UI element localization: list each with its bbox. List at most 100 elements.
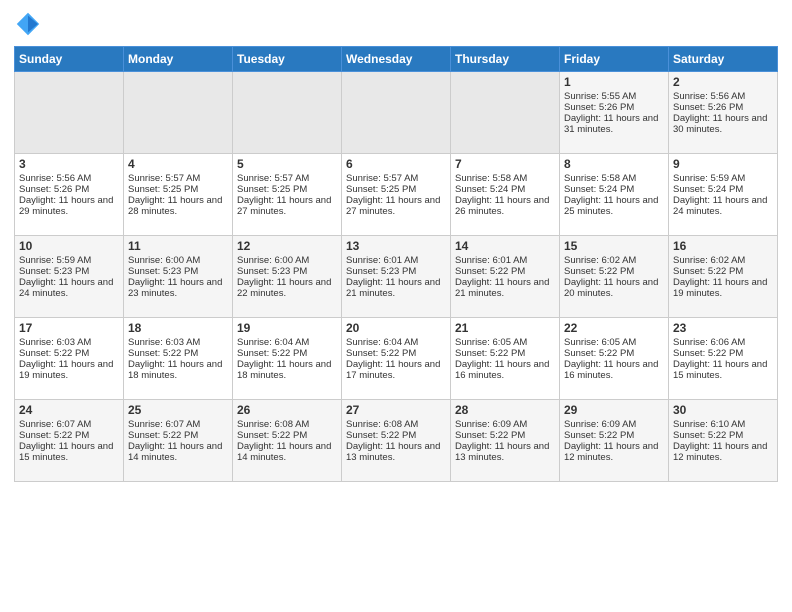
daylight-text: Daylight: 11 hours and 21 minutes. [455, 277, 549, 299]
calendar-body: 1Sunrise: 5:55 AMSunset: 5:26 PMDaylight… [15, 72, 778, 482]
sunset-text: Sunset: 5:22 PM [19, 430, 89, 441]
sunrise-text: Sunrise: 5:58 AM [455, 173, 527, 184]
daylight-text: Daylight: 11 hours and 12 minutes. [673, 441, 767, 463]
calendar-cell: 21Sunrise: 6:05 AMSunset: 5:22 PMDayligh… [451, 318, 560, 400]
week-row-4: 24Sunrise: 6:07 AMSunset: 5:22 PMDayligh… [15, 400, 778, 482]
daylight-text: Daylight: 11 hours and 28 minutes. [128, 195, 222, 217]
calendar-cell: 25Sunrise: 6:07 AMSunset: 5:22 PMDayligh… [124, 400, 233, 482]
sunset-text: Sunset: 5:23 PM [346, 266, 416, 277]
sunrise-text: Sunrise: 5:57 AM [128, 173, 200, 184]
calendar-cell [342, 72, 451, 154]
calendar-cell: 4Sunrise: 5:57 AMSunset: 5:25 PMDaylight… [124, 154, 233, 236]
day-number: 9 [673, 157, 773, 171]
sunrise-text: Sunrise: 5:56 AM [19, 173, 91, 184]
calendar-cell: 20Sunrise: 6:04 AMSunset: 5:22 PMDayligh… [342, 318, 451, 400]
sunrise-text: Sunrise: 5:57 AM [237, 173, 309, 184]
sunset-text: Sunset: 5:26 PM [673, 102, 743, 113]
sunset-text: Sunset: 5:22 PM [564, 266, 634, 277]
day-number: 11 [128, 239, 228, 253]
sunset-text: Sunset: 5:25 PM [346, 184, 416, 195]
daylight-text: Daylight: 11 hours and 21 minutes. [346, 277, 440, 299]
day-number: 25 [128, 403, 228, 417]
calendar-table: SundayMondayTuesdayWednesdayThursdayFrid… [14, 46, 778, 482]
day-number: 7 [455, 157, 555, 171]
daylight-text: Daylight: 11 hours and 31 minutes. [564, 113, 658, 135]
calendar-cell [233, 72, 342, 154]
header-cell-monday: Monday [124, 47, 233, 72]
day-number: 22 [564, 321, 664, 335]
header-cell-friday: Friday [560, 47, 669, 72]
daylight-text: Daylight: 11 hours and 26 minutes. [455, 195, 549, 217]
daylight-text: Daylight: 11 hours and 16 minutes. [564, 359, 658, 381]
sunrise-text: Sunrise: 6:00 AM [237, 255, 309, 266]
day-number: 27 [346, 403, 446, 417]
daylight-text: Daylight: 11 hours and 27 minutes. [346, 195, 440, 217]
daylight-text: Daylight: 11 hours and 12 minutes. [564, 441, 658, 463]
header-cell-tuesday: Tuesday [233, 47, 342, 72]
sunset-text: Sunset: 5:22 PM [673, 348, 743, 359]
calendar-cell: 2Sunrise: 5:56 AMSunset: 5:26 PMDaylight… [669, 72, 778, 154]
sunrise-text: Sunrise: 5:55 AM [564, 91, 636, 102]
sunrise-text: Sunrise: 6:07 AM [128, 419, 200, 430]
daylight-text: Daylight: 11 hours and 25 minutes. [564, 195, 658, 217]
sunset-text: Sunset: 5:23 PM [237, 266, 307, 277]
sunrise-text: Sunrise: 6:02 AM [564, 255, 636, 266]
calendar-cell: 22Sunrise: 6:05 AMSunset: 5:22 PMDayligh… [560, 318, 669, 400]
sunset-text: Sunset: 5:22 PM [237, 430, 307, 441]
week-row-0: 1Sunrise: 5:55 AMSunset: 5:26 PMDaylight… [15, 72, 778, 154]
sunrise-text: Sunrise: 5:59 AM [19, 255, 91, 266]
daylight-text: Daylight: 11 hours and 15 minutes. [673, 359, 767, 381]
week-row-1: 3Sunrise: 5:56 AMSunset: 5:26 PMDaylight… [15, 154, 778, 236]
sunrise-text: Sunrise: 5:58 AM [564, 173, 636, 184]
sunset-text: Sunset: 5:24 PM [455, 184, 525, 195]
logo-icon [14, 10, 42, 38]
day-number: 8 [564, 157, 664, 171]
daylight-text: Daylight: 11 hours and 14 minutes. [128, 441, 222, 463]
daylight-text: Daylight: 11 hours and 30 minutes. [673, 113, 767, 135]
day-number: 16 [673, 239, 773, 253]
daylight-text: Daylight: 11 hours and 14 minutes. [237, 441, 331, 463]
day-number: 3 [19, 157, 119, 171]
sunrise-text: Sunrise: 6:01 AM [455, 255, 527, 266]
calendar-header: SundayMondayTuesdayWednesdayThursdayFrid… [15, 47, 778, 72]
day-number: 24 [19, 403, 119, 417]
sunset-text: Sunset: 5:25 PM [237, 184, 307, 195]
daylight-text: Daylight: 11 hours and 15 minutes. [19, 441, 113, 463]
page-container: SundayMondayTuesdayWednesdayThursdayFrid… [0, 0, 792, 488]
calendar-cell: 6Sunrise: 5:57 AMSunset: 5:25 PMDaylight… [342, 154, 451, 236]
day-number: 29 [564, 403, 664, 417]
sunset-text: Sunset: 5:22 PM [455, 430, 525, 441]
header-cell-saturday: Saturday [669, 47, 778, 72]
sunset-text: Sunset: 5:22 PM [19, 348, 89, 359]
sunrise-text: Sunrise: 6:08 AM [346, 419, 418, 430]
sunrise-text: Sunrise: 6:10 AM [673, 419, 745, 430]
sunrise-text: Sunrise: 5:57 AM [346, 173, 418, 184]
sunset-text: Sunset: 5:23 PM [128, 266, 198, 277]
sunrise-text: Sunrise: 6:02 AM [673, 255, 745, 266]
calendar-cell: 30 Sunrise: 6:10 AMSunset: 5:22 PMDayligh… [669, 400, 778, 482]
sunrise-text: Sunrise: 6:01 AM [346, 255, 418, 266]
calendar-cell: 1Sunrise: 5:55 AMSunset: 5:26 PMDaylight… [560, 72, 669, 154]
sunrise-text: Sunrise: 6:06 AM [673, 337, 745, 348]
sunset-text: Sunset: 5:22 PM [346, 348, 416, 359]
day-number: 30 [673, 403, 773, 417]
daylight-text: Daylight: 11 hours and 13 minutes. [455, 441, 549, 463]
sunrise-text: Sunrise: 6:09 AM [564, 419, 636, 430]
day-number: 2 [673, 75, 773, 89]
sunset-text: Sunset: 5:22 PM [128, 348, 198, 359]
sunrise-text: Sunrise: 6:09 AM [455, 419, 527, 430]
day-number: 4 [128, 157, 228, 171]
daylight-text: Daylight: 11 hours and 22 minutes. [237, 277, 331, 299]
calendar-cell: 29 Sunrise: 6:09 AMSunset: 5:22 PMDayligh… [560, 400, 669, 482]
day-number: 20 [346, 321, 446, 335]
calendar-cell: 11Sunrise: 6:00 AMSunset: 5:23 PMDayligh… [124, 236, 233, 318]
day-number: 5 [237, 157, 337, 171]
sunset-text: Sunset: 5:22 PM [673, 430, 743, 441]
day-number: 15 [564, 239, 664, 253]
calendar-cell: 14Sunrise: 6:01 AMSunset: 5:22 PMDayligh… [451, 236, 560, 318]
sunrise-text: Sunrise: 6:03 AM [19, 337, 91, 348]
sunset-text: Sunset: 5:22 PM [237, 348, 307, 359]
daylight-text: Daylight: 11 hours and 29 minutes. [19, 195, 113, 217]
sunrise-text: Sunrise: 5:59 AM [673, 173, 745, 184]
sunset-text: Sunset: 5:22 PM [564, 430, 634, 441]
